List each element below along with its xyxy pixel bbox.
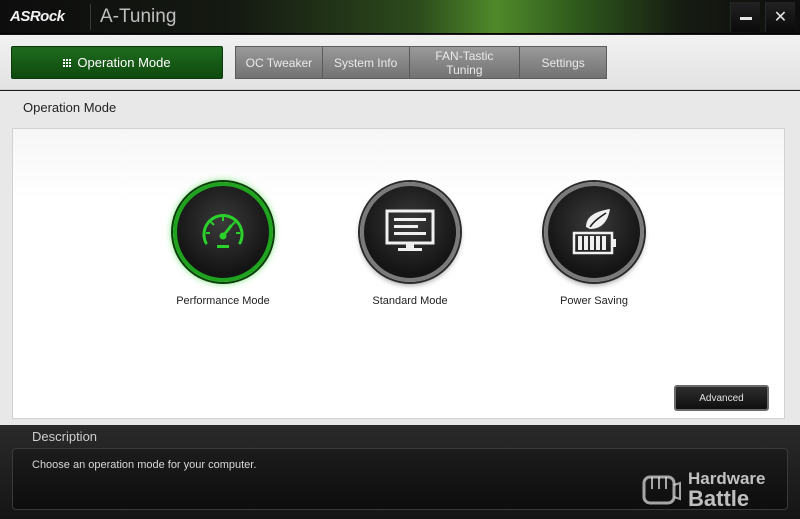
watermark-line2: Battle <box>688 486 750 511</box>
performance-mode-option[interactable]: Performance Mode <box>133 182 313 307</box>
minimize-icon <box>739 16 752 20</box>
tab-bar: OC Tweaker System Info FAN-Tastic Tuning… <box>235 46 607 79</box>
performance-mode-label: Performance Mode <box>176 295 270 307</box>
title-bar: ASRock A-Tuning ✕ <box>0 0 800 34</box>
brand-logo: ASRock <box>10 8 65 25</box>
advanced-button[interactable]: Advanced <box>674 385 769 411</box>
tab-oc-tweaker[interactable]: OC Tweaker <box>236 47 323 78</box>
watermark-text: Hardware Battle <box>688 469 765 510</box>
standard-mode-button[interactable] <box>360 182 460 282</box>
performance-mode-button[interactable] <box>173 182 273 282</box>
title-divider <box>90 4 91 30</box>
power-saving-option[interactable]: Power Saving <box>504 182 684 307</box>
minimize-button[interactable] <box>730 2 760 32</box>
fist-logo-icon <box>642 475 681 505</box>
power-saving-button[interactable] <box>544 182 644 282</box>
speedometer-icon <box>202 214 244 248</box>
tab-operation-mode-label: Operation Mode <box>77 55 171 70</box>
close-button[interactable]: ✕ <box>765 2 795 32</box>
description-panel: Description Choose an operation mode for… <box>0 425 800 519</box>
mode-panel: Performance Mode Standard Mode Power Sav… <box>12 128 785 419</box>
operation-mode-section: Operation Mode Performance Mode Standard… <box>0 91 800 425</box>
grid-icon <box>63 58 72 67</box>
leaf-battery-icon <box>572 209 616 255</box>
app-title: A-Tuning <box>100 6 177 27</box>
description-title: Description <box>32 429 98 444</box>
standard-mode-label: Standard Mode <box>372 295 448 307</box>
standard-mode-option[interactable]: Standard Mode <box>320 182 500 307</box>
monitor-icon <box>385 209 435 251</box>
power-saving-label: Power Saving <box>560 295 628 307</box>
tab-fan-tastic-tuning-label: FAN-Tastic Tuning <box>435 48 494 77</box>
section-title: Operation Mode <box>23 100 117 115</box>
tab-settings[interactable]: Settings <box>520 47 606 78</box>
watermark: Hardware Battle <box>640 469 790 513</box>
close-icon: ✕ <box>773 9 788 26</box>
tab-operation-mode[interactable]: Operation Mode <box>11 46 223 79</box>
tab-system-info[interactable]: System Info <box>322 47 410 78</box>
description-text: Choose an operation mode for your comput… <box>32 459 257 471</box>
top-navigation: Operation Mode OC Tweaker System Info FA… <box>0 35 800 90</box>
tab-fan-tastic-tuning[interactable]: FAN-Tastic Tuning <box>409 47 521 78</box>
